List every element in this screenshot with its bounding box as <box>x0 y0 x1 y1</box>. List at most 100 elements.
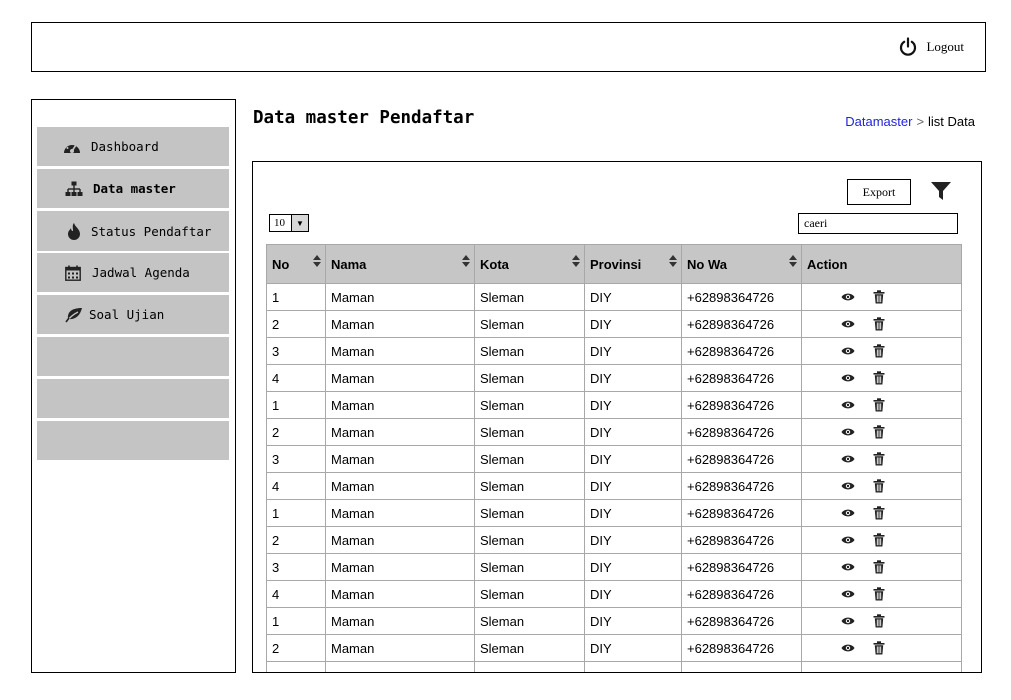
logout-button[interactable]: Logout <box>898 37 964 57</box>
export-button[interactable]: Export <box>847 179 911 205</box>
filter-button[interactable] <box>930 180 952 202</box>
page-size-select[interactable]: 10 ▼ <box>269 214 309 232</box>
cell-kota: Sleman <box>474 445 585 473</box>
eye-icon <box>841 427 855 437</box>
table-row: 2 Maman Sleman DIY +62898364726 <box>266 634 962 662</box>
sidebar-item-label: Jadwal Agenda <box>92 265 190 280</box>
delete-button[interactable] <box>873 452 885 466</box>
eye-icon <box>841 292 855 302</box>
cell-no: 2 <box>266 418 326 446</box>
cell-no: 1 <box>266 391 326 419</box>
cell-kota: Sleman <box>474 364 585 392</box>
cell-no-wa: +62898364726 <box>681 499 802 527</box>
sidebar-item-soal-ujian[interactable]: Soal Ujian <box>37 295 229 334</box>
view-button[interactable] <box>841 427 855 437</box>
delete-button[interactable] <box>873 344 885 358</box>
view-button[interactable] <box>841 589 855 599</box>
view-button[interactable] <box>841 373 855 383</box>
cell-provinsi: DIY <box>584 418 682 446</box>
view-button[interactable] <box>841 454 855 464</box>
delete-button[interactable] <box>873 371 885 385</box>
column-header-no-wa[interactable]: No Wa <box>681 244 802 284</box>
sort-icon[interactable] <box>572 255 580 267</box>
delete-button[interactable] <box>873 614 885 628</box>
trash-icon <box>873 452 885 466</box>
delete-button[interactable] <box>873 506 885 520</box>
view-button[interactable] <box>841 292 855 302</box>
sidebar-item-empty[interactable] <box>37 337 229 376</box>
column-header-label: No Wa <box>687 256 727 272</box>
view-button[interactable] <box>841 616 855 626</box>
table-row: 1 Maman Sleman DIY +62898364726 <box>266 283 962 311</box>
eye-icon <box>841 400 855 410</box>
view-button[interactable] <box>841 400 855 410</box>
trash-icon <box>873 560 885 574</box>
view-button[interactable] <box>841 643 855 653</box>
sidebar: Dashboard Data master Status Pendaftar J… <box>31 99 236 673</box>
cell-action <box>801 310 962 338</box>
column-header-action: Action <box>801 244 962 284</box>
cell-nama: Maman <box>325 607 475 635</box>
view-button[interactable] <box>841 481 855 491</box>
page-size-value: 10 <box>274 217 285 229</box>
cell-nama: Maman <box>325 445 475 473</box>
cell-provinsi: DIY <box>584 580 682 608</box>
sidebar-item-empty[interactable] <box>37 379 229 418</box>
table-row: 4 Maman Sleman DIY +62898364726 <box>266 472 962 500</box>
delete-button[interactable] <box>873 425 885 439</box>
view-button[interactable] <box>841 535 855 545</box>
delete-button[interactable] <box>873 533 885 547</box>
sidebar-item-empty[interactable] <box>37 421 229 460</box>
delete-button[interactable] <box>873 317 885 331</box>
sort-icon[interactable] <box>669 255 677 267</box>
delete-button[interactable] <box>873 587 885 601</box>
delete-button[interactable] <box>873 560 885 574</box>
cell-provinsi: DIY <box>584 283 682 311</box>
sidebar-item-jadwal-agenda[interactable]: Jadwal Agenda <box>37 253 229 292</box>
delete-button[interactable] <box>873 479 885 493</box>
trash-icon <box>873 425 885 439</box>
cell-no-wa: +62898364726 <box>681 553 802 581</box>
view-button[interactable] <box>841 508 855 518</box>
view-button[interactable] <box>841 346 855 356</box>
column-header-nama[interactable]: Nama <box>325 244 475 284</box>
breadcrumb-link-datamaster[interactable]: Datamaster <box>845 114 912 129</box>
sidebar-item-data-master[interactable]: Data master <box>37 169 229 208</box>
cell-no: 4 <box>266 364 326 392</box>
sidebar-item-status-pendaftar[interactable]: Status Pendaftar <box>37 211 229 251</box>
sort-icon[interactable] <box>789 255 797 267</box>
cell-kota: Sleman <box>474 472 585 500</box>
delete-button[interactable] <box>873 641 885 655</box>
cell-action <box>801 391 962 419</box>
column-header-label: Kota <box>480 256 509 272</box>
sort-icon[interactable] <box>313 255 321 267</box>
cell-no: 4 <box>266 472 326 500</box>
cell-no: 3 <box>266 337 326 365</box>
cell-kota: Sleman <box>474 580 585 608</box>
view-button[interactable] <box>841 319 855 329</box>
cell-nama: Maman <box>325 364 475 392</box>
column-header-kota[interactable]: Kota <box>474 244 585 284</box>
column-header-provinsi[interactable]: Provinsi <box>584 244 682 284</box>
eye-icon <box>841 481 855 491</box>
column-header-no[interactable]: No <box>266 244 326 284</box>
delete-button[interactable] <box>873 398 885 412</box>
cell-no: 2 <box>266 634 326 662</box>
trash-icon <box>873 479 885 493</box>
sidebar-item-label: Dashboard <box>91 139 159 154</box>
sidebar-item-dashboard[interactable]: Dashboard <box>37 127 229 166</box>
search-input[interactable] <box>798 213 958 234</box>
cell-action <box>801 634 962 662</box>
cell-kota: Sleman <box>474 499 585 527</box>
cell-action <box>801 283 962 311</box>
cell-no: 1 <box>266 607 326 635</box>
view-button[interactable] <box>841 562 855 572</box>
delete-button[interactable] <box>873 290 885 304</box>
top-bar: Logout <box>31 22 986 72</box>
calendar-icon <box>64 264 82 282</box>
cell-provinsi: DIY <box>584 607 682 635</box>
cell-no-wa: +62898364726 <box>681 310 802 338</box>
sort-icon[interactable] <box>462 255 470 267</box>
cell-provinsi: DIY <box>584 553 682 581</box>
table-row: 4 Maman Sleman DIY +62898364726 <box>266 580 962 608</box>
